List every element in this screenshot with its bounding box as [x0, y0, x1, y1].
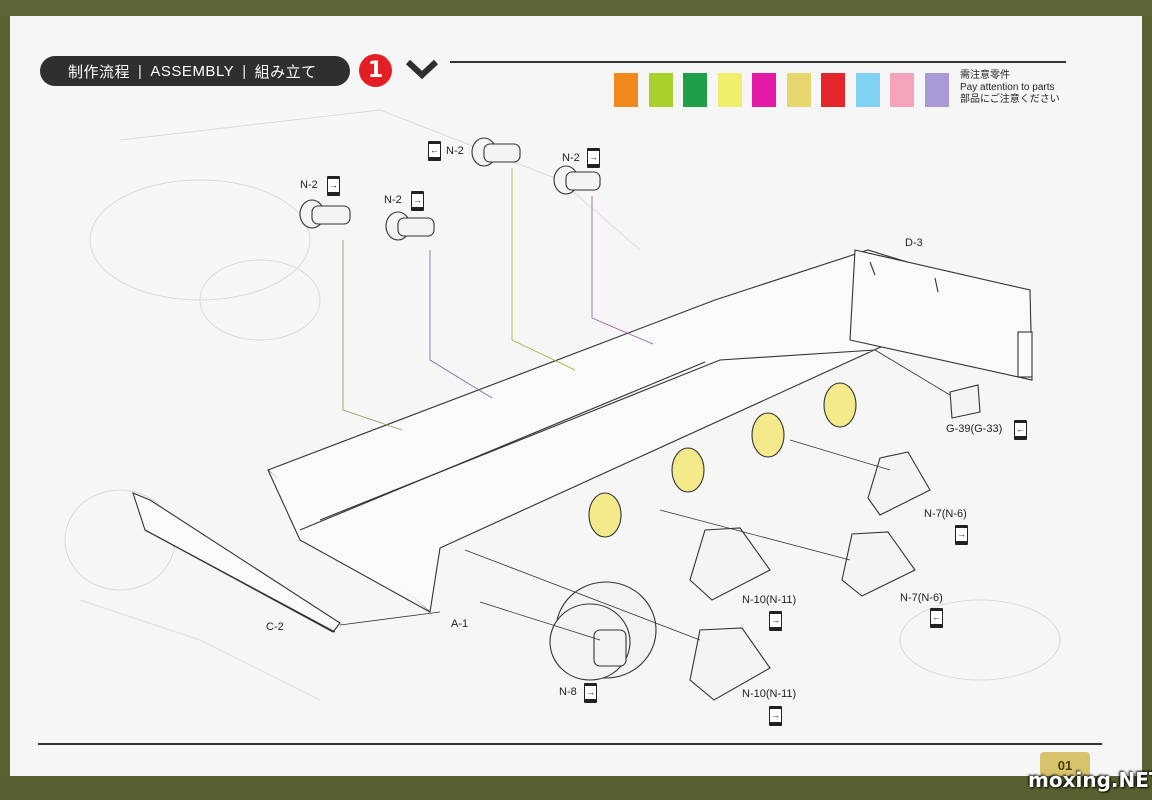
g39-part: [949, 384, 981, 419]
arrow-right-icon: [411, 191, 424, 211]
rear-plate-d3: [849, 249, 1033, 381]
label-d3: D-3: [905, 237, 923, 249]
label-n7-2: N-7(N-6): [900, 592, 943, 604]
label-n2-1: N-2: [300, 179, 318, 191]
arrow-right-icon: [584, 683, 597, 703]
arrow-right-icon: [769, 706, 782, 726]
arrow-right-icon: [587, 148, 600, 168]
watermark-text: moxing.NET: [1028, 768, 1152, 792]
footer-rule: [38, 743, 1102, 745]
label-n7-1: N-7(N-6): [924, 508, 967, 520]
label-n10-2: N-10(N-11): [742, 688, 797, 700]
label-n2-4: N-2: [562, 152, 580, 164]
label-c2: C-2: [266, 621, 284, 633]
sprocket-n8: [549, 581, 657, 681]
label-g39: G-39(G-33): [946, 423, 1003, 435]
arrow-left-icon: [1014, 420, 1027, 440]
arrow-right-icon: [327, 176, 340, 196]
label-a1: A-1: [451, 618, 469, 630]
label-n10-1: N-10(N-11): [742, 594, 797, 606]
suspension-arms: [689, 451, 931, 701]
arrow-left-icon: [930, 608, 943, 628]
arrow-left-icon: [428, 141, 441, 161]
label-n8: N-8: [559, 686, 577, 698]
label-n2-2: N-2: [384, 194, 402, 206]
assembly-diagram: [64, 109, 1061, 701]
arrow-right-icon: [769, 611, 782, 631]
arrow-right-icon: [955, 525, 968, 545]
label-n2-3: N-2: [446, 145, 464, 157]
